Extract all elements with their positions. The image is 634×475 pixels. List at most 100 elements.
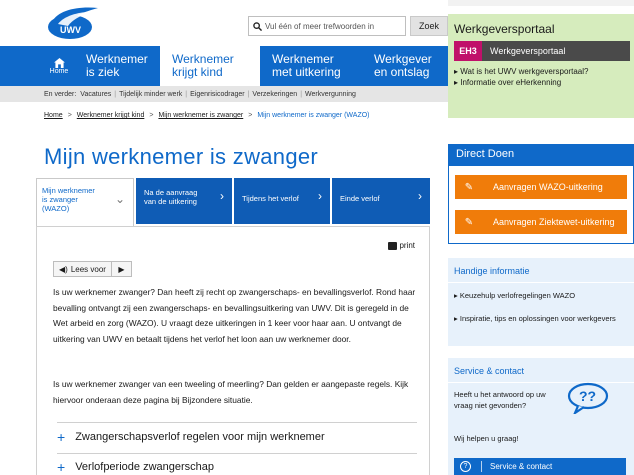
breadcrumb-zwanger[interactable]: Mijn werknemer is zwanger <box>158 112 243 119</box>
werkgeversportaal-title: Werkgeversportaal <box>454 22 555 36</box>
chevron-right-icon: › <box>220 189 224 203</box>
intro-paragraph: Is uw werknemer zwanger? Dan heeft zij r… <box>53 287 416 344</box>
button-separator <box>481 461 482 472</box>
subnav-separator: | <box>185 90 188 98</box>
uwv-logo[interactable]: UWV <box>44 6 100 40</box>
accordion-zwangerschapsverlof[interactable]: + Zwangerschapsverlof regelen voor mijn … <box>57 429 325 445</box>
link-inspiratie[interactable]: ▸ Inspiratie, tips en oplossingen voor w… <box>454 314 630 324</box>
twin-paragraph: Is uw werknemer zwanger van een tweeling… <box>53 379 409 405</box>
aanvragen-ziektewet-button[interactable]: ✎ Aanvragen Ziektewet-uitkering <box>455 210 627 234</box>
handige-informatie-panel: Handige informatie ▸ Keuzehulp verlofreg… <box>448 258 634 346</box>
subnav-item-tijdelijk[interactable]: Tijdelijk minder werk <box>119 91 182 98</box>
play-icon: ▶ <box>118 264 125 274</box>
nav-item-werknemer-kind[interactable]: Werknemer krijgt kind <box>160 46 260 86</box>
divider <box>57 453 417 454</box>
main-nav: Home Werknemer is ziek Werknemer krijgt … <box>44 46 448 86</box>
subnav-item-vacatures[interactable]: Vacatures <box>80 91 111 98</box>
link-keuzehulp[interactable]: ▸ Keuzehulp verlofregelingen WAZO <box>454 291 630 301</box>
chevron-down-icon: ⌄ <box>114 192 125 206</box>
page-title: Mijn werknemer is zwanger <box>44 144 319 169</box>
werkgeversportaal-button[interactable]: EH3 Werkgeversportaal <box>454 41 630 61</box>
service-help-text: Wij helpen u graag! <box>454 434 519 443</box>
nav-background <box>0 46 44 86</box>
aanvragen-ziektewet-label: Aanvragen Ziektewet-uitkering <box>493 217 615 227</box>
breadcrumb: Home > Werknemer krijgt kind > Mijn werkneme… <box>44 112 370 119</box>
speaker-icon: ◀) <box>59 264 68 274</box>
search-input[interactable]: Vul één of meer trefwoorden in <box>248 16 406 36</box>
subnav-item-verzekeringen[interactable]: Verzekeringen <box>252 91 297 98</box>
print-button[interactable]: print <box>388 241 415 250</box>
nav-item-werknemer-ziek[interactable]: Werknemer is ziek <box>74 46 160 86</box>
page: UWV Vul één of meer trefwoorden in Zoek … <box>0 0 634 475</box>
search-icon <box>253 21 262 31</box>
nav-home[interactable]: Home <box>44 46 74 86</box>
tab-na-aanvraag[interactable]: Na de aanvraag van de uitkering › <box>136 178 232 224</box>
direct-doen-title: Direct Doen <box>456 148 515 160</box>
portal-link-what-label: Wat is het UWV werkgeversportaal? <box>460 67 589 76</box>
question-bubble-icon: ?? <box>567 382 609 414</box>
portal-link-eherkenning-label: Informatie over eHerkenning <box>460 78 562 87</box>
nav-item-werkgever-ontslag[interactable]: Werkgever en ontslag <box>362 46 448 86</box>
subnav-item-eigenrisicodrager[interactable]: Eigenrisicodrager <box>190 91 244 98</box>
eherkenning-badge: EH3 <box>454 41 482 61</box>
link-inspiratie-label: Inspiratie, tips en oplossingen voor wer… <box>459 314 616 323</box>
chevron-right-icon: › <box>318 189 322 203</box>
content-panel: print ◀) Lees voor ▶ Is uw werknemer zwa… <box>36 226 430 475</box>
nav-item-werknemer-uitkering[interactable]: Werknemer met uitkering <box>260 46 362 86</box>
service-contact-title: Service & contact <box>454 366 525 376</box>
portal-link-what[interactable]: ▸ Wat is het UWV werkgeversportaal? <box>454 67 588 76</box>
tab-label-line: Na de aanvraag <box>144 188 198 197</box>
tab-einde-verlof[interactable]: Einde verlof › <box>332 178 430 224</box>
accordion-label: Zwangerschapsverlof regelen voor mijn we… <box>75 431 325 443</box>
play-button[interactable]: ▶ <box>111 261 132 277</box>
divider <box>57 422 417 423</box>
werkgeversportaal-panel: Werkgeversportaal EH3 Werkgeversportaal … <box>448 14 634 118</box>
aanvragen-wazo-label: Aanvragen WAZO-uitkering <box>493 182 603 192</box>
home-icon <box>53 57 65 68</box>
portal-link-eherkenning[interactable]: ▸ Informatie over eHerkenning <box>454 78 561 87</box>
help-icon: ? <box>460 461 471 472</box>
search-placeholder: Vul één of meer trefwoorden in <box>265 21 375 31</box>
search-button[interactable]: Zoek <box>410 16 448 36</box>
divider <box>448 282 634 283</box>
nav-item-line: met uitkering <box>272 65 341 79</box>
plus-icon: + <box>57 459 66 475</box>
tab-label-line: van de uitkering <box>144 197 197 206</box>
subnav-background <box>0 86 44 102</box>
subnav-prefix: En verder: <box>44 90 77 98</box>
breadcrumb-werknemer-kind[interactable]: Werknemer krijgt kind <box>77 112 145 119</box>
plus-icon: + <box>57 429 66 445</box>
tabs: Mijn werknemer is zwanger (WAZO) ⌄ Na de… <box>36 178 430 226</box>
tab-tijdens-verlof[interactable]: Tijdens het verlof › <box>234 178 330 224</box>
service-contact-panel: Service & contact Heeft u het antwoord o… <box>448 358 634 475</box>
pencil-icon: ✎ <box>464 181 474 193</box>
read-aloud-button[interactable]: ◀) Lees voor <box>53 261 112 277</box>
accordion-label: Verlofperiode zwangerschap <box>75 461 214 473</box>
service-question: Heeft u het antwoord op uw vraag niet ge… <box>454 390 546 410</box>
aanvragen-wazo-button[interactable]: ✎ Aanvragen WAZO-uitkering <box>455 175 627 199</box>
breadcrumb-separator: > <box>67 112 72 119</box>
read-aloud: ◀) Lees voor ▶ <box>53 261 132 277</box>
breadcrumb-separator: > <box>149 112 154 119</box>
tab-label-line: Tijdens het verlof <box>242 194 299 203</box>
nav-item-line: is ziek <box>86 65 120 79</box>
breadcrumb-current: Mijn werknemer is zwanger (WAZO) <box>257 112 370 119</box>
werkgeversportaal-button-label: Werkgeversportaal <box>490 46 566 56</box>
service-contact-button-label: Service & contact <box>490 462 553 471</box>
svg-text:??: ?? <box>579 388 596 404</box>
tab-zwanger-wazo[interactable]: Mijn werknemer is zwanger (WAZO) ⌄ <box>36 178 134 226</box>
subnav-separator: | <box>247 90 250 98</box>
nav-home-label: Home <box>49 67 69 75</box>
service-contact-button[interactable]: ? Service & contact <box>454 458 626 475</box>
direct-doen-body: ✎ Aanvragen WAZO-uitkering ✎ Aanvragen Z… <box>448 166 634 244</box>
direct-doen-panel: Direct Doen ✎ Aanvragen WAZO-uitkering ✎… <box>448 144 634 244</box>
breadcrumb-home[interactable]: Home <box>44 112 63 119</box>
accordion-verlofperiode[interactable]: + Verlofperiode zwangerschap <box>57 459 214 475</box>
printer-icon <box>388 241 398 250</box>
breadcrumb-separator: > <box>248 112 253 119</box>
read-aloud-label: Lees voor <box>70 264 106 274</box>
subnav-separator: | <box>300 90 303 98</box>
subnav-item-werkvergunning[interactable]: Werkvergunning <box>305 91 356 98</box>
top-strip <box>448 0 634 6</box>
svg-text:UWV: UWV <box>60 25 81 35</box>
